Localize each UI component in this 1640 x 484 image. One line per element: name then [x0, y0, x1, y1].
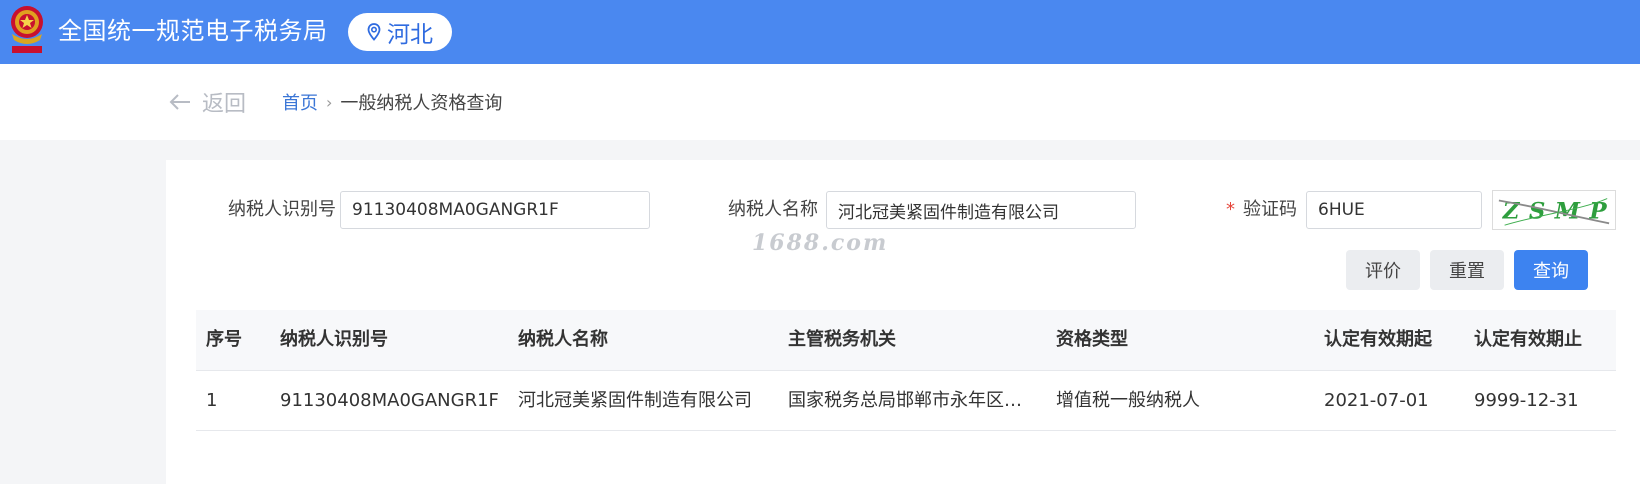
column-header: 纳税人名称	[518, 329, 608, 350]
top-header-bar: 全国统一规范电子税务局 河北	[0, 0, 1640, 64]
column-header: 资格类型	[1056, 329, 1128, 350]
back-label: 返回	[202, 92, 247, 117]
taxpayer-name-input[interactable]	[826, 191, 1136, 229]
captcha-label-text: 验证码	[1243, 199, 1297, 220]
column-header: 主管税务机关	[788, 329, 896, 350]
region-selector[interactable]: 河北	[348, 13, 452, 51]
taxpayer-id-label: 纳税人识别号	[228, 199, 336, 220]
region-label: 河北	[387, 22, 433, 48]
required-mark: *	[1226, 199, 1235, 220]
column-header: 认定有效期止	[1474, 329, 1582, 350]
watermark-text: 1688.com	[752, 230, 889, 256]
column-header: 序号	[206, 329, 242, 350]
column-header: 纳税人识别号	[280, 329, 388, 350]
table-cell: 增值税一般纳税人	[1056, 390, 1200, 411]
evaluate-button[interactable]: 评价	[1346, 250, 1420, 290]
arrow-left-icon	[169, 94, 190, 110]
reset-button[interactable]: 重置	[1430, 250, 1504, 290]
captcha-image[interactable]: ZSMP	[1492, 190, 1616, 230]
captcha-label: * 验证码	[1226, 190, 1297, 230]
breadcrumb-current: 一般纳税人资格查询	[340, 93, 503, 114]
table-cell: 河北冠美紧固件制造有限公司	[518, 390, 752, 411]
table-cell: 9999-12-31	[1474, 390, 1579, 411]
breadcrumb: 首页 › 一般纳税人资格查询	[282, 89, 503, 115]
query-button[interactable]: 查询	[1514, 250, 1588, 290]
tax-bureau-emblem-icon	[11, 6, 43, 53]
table-cell: 91130408MA0GANGR1F	[280, 390, 499, 411]
column-header: 认定有效期起	[1324, 329, 1432, 350]
table-cell: 1	[206, 390, 218, 411]
breadcrumb-bar: 返回 首页 › 一般纳税人资格查询	[0, 64, 1640, 140]
query-panel: 纳税人识别号 纳税人名称 * 验证码 ZSMP 1688.com 评价 重置 查询…	[166, 160, 1640, 484]
breadcrumb-home-link[interactable]: 首页	[282, 89, 318, 115]
results-table: 序号 纳税人识别号 纳税人名称 主管税务机关 资格类型 认定有效期起 认定有效期…	[196, 310, 1616, 431]
back-button[interactable]: 返回	[168, 86, 246, 118]
breadcrumb-separator: ›	[326, 92, 333, 112]
table-row: 1 91130408MA0GANGR1F 河北冠美紧固件制造有限公司 国家税务总…	[196, 371, 1616, 431]
site-title: 全国统一规范电子税务局	[58, 17, 328, 45]
table-header-row: 序号 纳税人识别号 纳税人名称 主管税务机关 资格类型 认定有效期起 认定有效期…	[196, 310, 1616, 371]
location-pin-icon	[367, 23, 381, 41]
table-cell: 2021-07-01	[1324, 390, 1429, 411]
taxpayer-name-label: 纳税人名称	[728, 199, 818, 220]
table-cell: 国家税务总局邯郸市永年区税…	[788, 390, 1038, 411]
taxpayer-id-input[interactable]	[340, 191, 650, 229]
captcha-input[interactable]	[1306, 191, 1482, 229]
